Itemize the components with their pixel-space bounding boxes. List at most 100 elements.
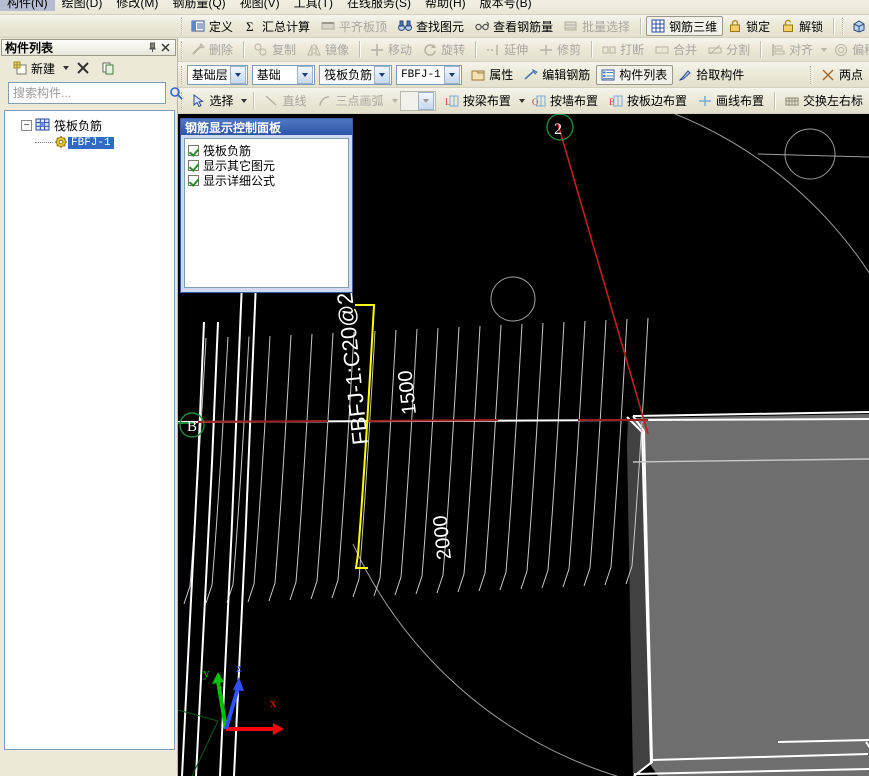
toolbar-grip-5[interactable]: [810, 65, 813, 84]
mirror-button[interactable]: 镜像: [302, 40, 355, 60]
floor-combo-value: 基础层: [191, 68, 228, 82]
tree-line: [35, 142, 53, 143]
merge-button[interactable]: 合并: [650, 40, 703, 60]
menu-item-online[interactable]: 在线服务(S): [340, 0, 418, 11]
align-button[interactable]: 对齐: [766, 40, 819, 60]
pick-component-button[interactable]: 拾取构件: [673, 65, 750, 85]
draw-mode-combo[interactable]: [399, 90, 436, 111]
component-type-combo-arrow[interactable]: [374, 65, 391, 84]
tree-node-child-label[interactable]: FBFJ-1: [68, 136, 114, 149]
checkbox-row-0[interactable]: 筏板负筋: [188, 143, 345, 158]
delete-button[interactable]: 删除: [186, 40, 239, 60]
checkbox-raft-negative-rebar[interactable]: [188, 145, 199, 156]
category-combo-arrow[interactable]: [297, 65, 314, 84]
three-point-arc-button[interactable]: 三点画弧: [312, 91, 389, 111]
checkbox-row-1[interactable]: 显示其它图元: [188, 158, 345, 173]
copy-button[interactable]: 复制: [249, 40, 302, 60]
property-button[interactable]: 属性: [466, 65, 519, 85]
toolbar-grip-4[interactable]: [181, 65, 184, 84]
swap-lr-icon: [784, 93, 800, 109]
component-tree[interactable]: − 筏板负筋 FBFJ-1: [4, 110, 175, 750]
menu-item-draw[interactable]: 绘图(D): [55, 0, 110, 11]
unlock-button[interactable]: 解锁: [776, 16, 829, 36]
checkbox-row-2[interactable]: 显示详细公式: [188, 173, 345, 188]
view-3d-button[interactable]: 三维: [847, 16, 869, 36]
menu-item-modify[interactable]: 修改(M): [109, 0, 165, 11]
tree-node-child[interactable]: FBFJ-1: [7, 134, 172, 151]
move-button[interactable]: 移动: [365, 40, 418, 60]
select-dropdown-icon[interactable]: [241, 98, 248, 103]
toolbar-grip-2[interactable]: [842, 17, 845, 35]
pin-icon[interactable]: [146, 41, 159, 54]
place-by-beam-dropdown-icon[interactable]: [518, 98, 525, 103]
toolbar-grip-3[interactable]: [181, 40, 183, 59]
menu-item-rebar-qty[interactable]: 钢筋量(Q): [165, 0, 232, 11]
arc-icon: [316, 93, 332, 109]
component-type-combo[interactable]: 筏板负筋: [319, 64, 393, 85]
trim-button[interactable]: 修剪: [534, 40, 587, 60]
menu-item-version[interactable]: 版本号(B): [473, 0, 539, 11]
summary-calc-button[interactable]: Σ 汇总计算: [239, 16, 316, 36]
align-dropdown-icon[interactable]: [821, 47, 828, 52]
edit-rebar-button[interactable]: 编辑钢筋: [519, 65, 596, 85]
toolbar-grip[interactable]: [181, 17, 183, 35]
define-button[interactable]: 定义: [186, 16, 239, 36]
component-combo-arrow[interactable]: [444, 65, 461, 84]
batch-select-button[interactable]: 批量选择: [559, 16, 636, 36]
close-icon[interactable]: [159, 41, 172, 54]
pick-component-icon: [677, 67, 693, 83]
menu-item-help[interactable]: 帮助(H): [418, 0, 473, 11]
svg-text:y: y: [203, 665, 210, 680]
category-combo[interactable]: 基础: [251, 64, 316, 85]
rebar-panel-body: 筏板负筋 显示其它图元 显示详细公式: [184, 138, 349, 288]
extend-button[interactable]: 延伸: [481, 40, 534, 60]
checkbox-show-detailed-formula[interactable]: [188, 175, 199, 186]
delete-component-button[interactable]: [71, 58, 97, 78]
place-by-slab-edge-button[interactable]: B 按板边布置: [604, 91, 693, 111]
arc-dropdown-icon[interactable]: [391, 98, 398, 103]
place-by-line-button[interactable]: 画线布置: [693, 91, 770, 111]
draw-mode-combo-arrow[interactable]: [417, 91, 434, 110]
search-icon[interactable]: [168, 85, 184, 101]
copy-component-button[interactable]: [97, 58, 123, 78]
floor-combo[interactable]: 基础层: [186, 64, 248, 85]
place-by-wall-button[interactable]: Q 按墙布置: [527, 91, 604, 111]
floor-combo-arrow[interactable]: [229, 65, 246, 84]
trim-icon: [538, 42, 554, 58]
copy-small-icon: [101, 60, 117, 76]
toolbar2-sep-2: [359, 41, 362, 58]
swap-left-right-button[interactable]: 交换左右标: [780, 91, 869, 111]
menu-item-component[interactable]: 构件(N): [0, 0, 55, 11]
component-list-toolbar: 新建: [0, 56, 177, 80]
search-box[interactable]: [8, 82, 183, 104]
level-slab-top-button[interactable]: 平齐板顶: [316, 16, 393, 36]
break-button[interactable]: 打断: [597, 40, 650, 60]
rebar-3d-button[interactable]: 钢筋三维: [646, 16, 724, 36]
find-element-button[interactable]: 查找图元: [393, 16, 470, 36]
view-rebar-qty-button[interactable]: 查看钢筋量: [470, 16, 559, 36]
tree-expander[interactable]: −: [21, 120, 32, 131]
offset-button[interactable]: 偏移: [829, 40, 869, 60]
rotate-button[interactable]: 旋转: [418, 40, 471, 60]
swap-left-right-label: 交换左右标: [802, 94, 863, 108]
new-component-button[interactable]: 新建: [8, 58, 61, 78]
line-button[interactable]: 直线: [259, 91, 312, 111]
two-point-button[interactable]: 两点: [816, 65, 869, 85]
new-component-dropdown-icon[interactable]: [63, 66, 70, 70]
component-list-button[interactable]: 构件列表: [596, 64, 674, 85]
tree-node-root[interactable]: − 筏板负筋: [7, 117, 172, 134]
menu-item-tools[interactable]: 工具(T): [287, 0, 340, 11]
checkbox-show-other-elements[interactable]: [188, 160, 199, 171]
place-by-beam-button[interactable]: L 按梁布置: [440, 91, 517, 111]
place-by-beam-label: 按梁布置: [462, 94, 511, 108]
menu-item-view[interactable]: 视图(V): [233, 0, 287, 11]
split-button[interactable]: 分割: [703, 40, 756, 60]
place-by-line-icon: [697, 93, 713, 109]
rebar-display-control-panel[interactable]: 钢筋显示控制面板 筏板负筋 显示其它图元 显示详细公式: [180, 118, 353, 293]
select-button[interactable]: 选择: [186, 91, 239, 111]
rebar-3d-label: 钢筋三维: [669, 19, 718, 34]
lock-button[interactable]: 锁定: [723, 16, 776, 36]
search-input[interactable]: [9, 84, 168, 102]
component-combo[interactable]: FBFJ-1: [396, 64, 463, 85]
select-label: 选择: [209, 94, 234, 108]
